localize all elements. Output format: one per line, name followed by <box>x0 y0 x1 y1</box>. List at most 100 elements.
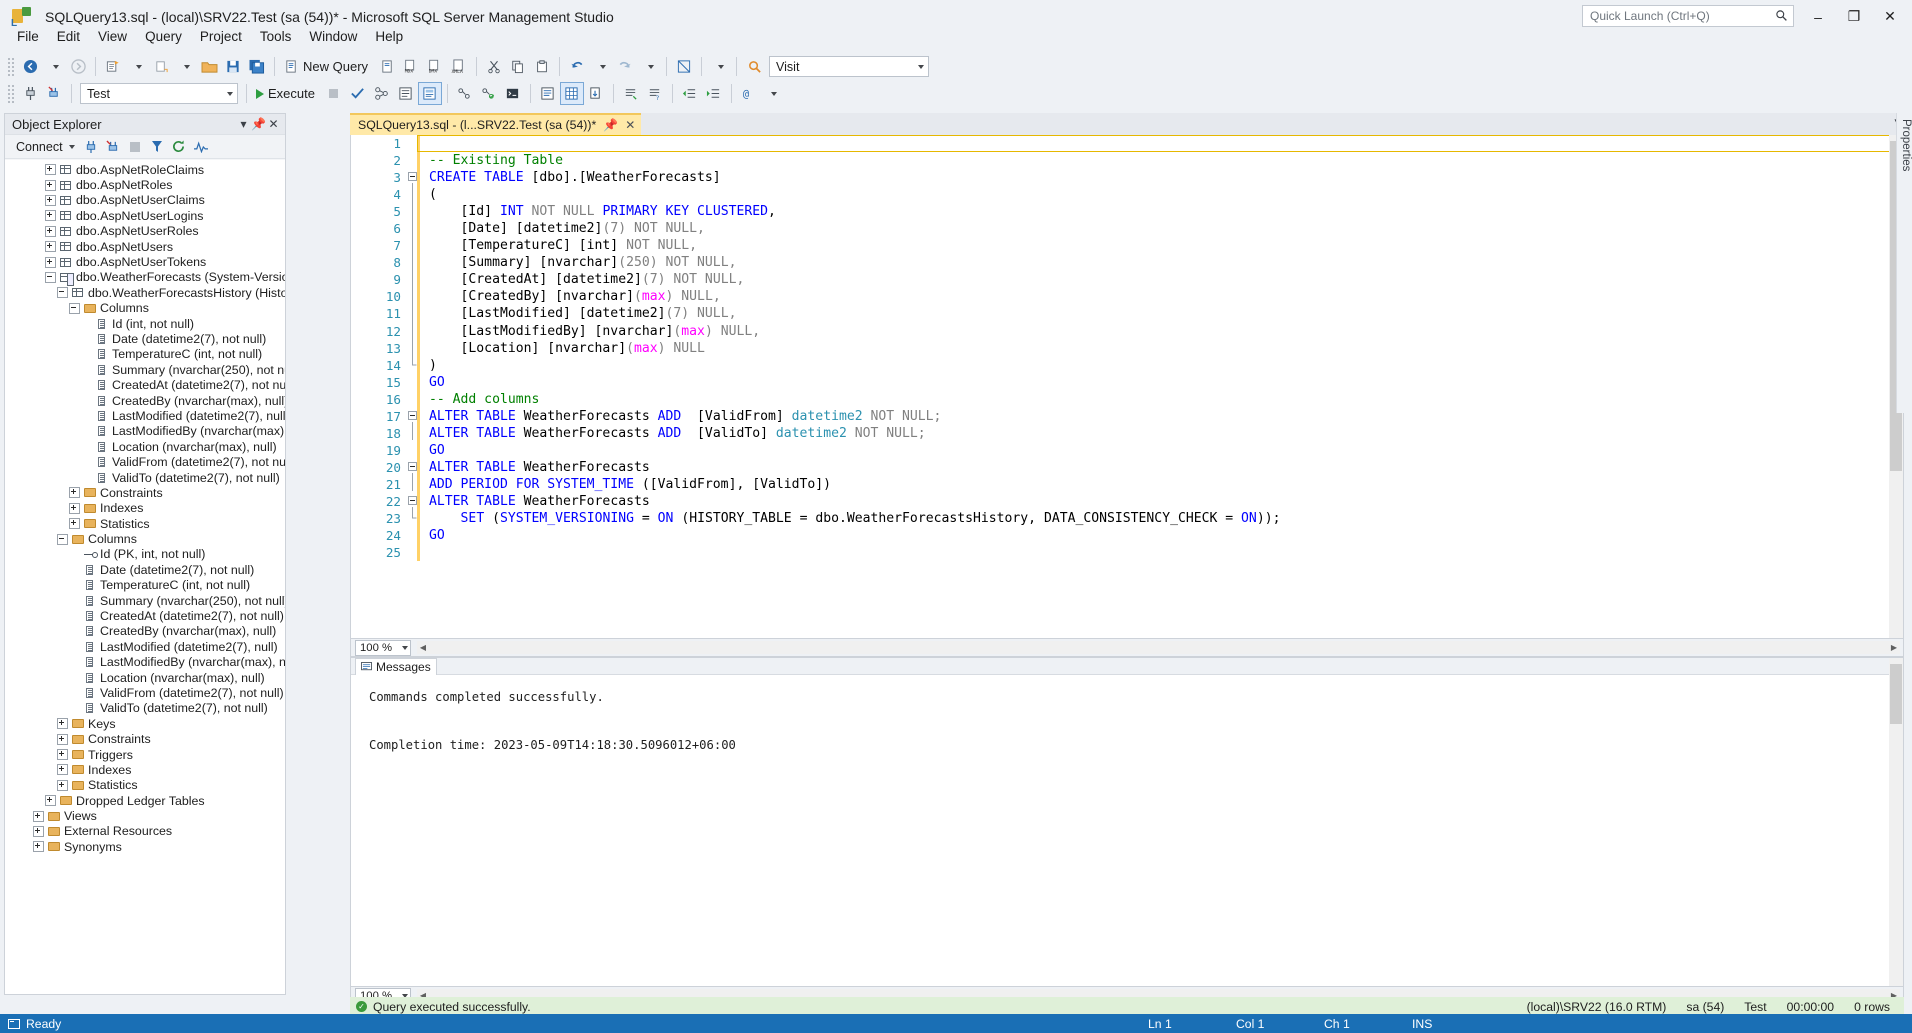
new-query-dmx-icon[interactable]: DMX <box>423 55 447 78</box>
tree-node[interactable]: Columns <box>5 531 285 546</box>
scroll-right-icon[interactable]: ▶ <box>1888 642 1900 653</box>
tree-node[interactable]: dbo.WeatherForecasts (System-Versioned) <box>5 270 285 285</box>
tree-node[interactable]: LastModified (datetime2(7), null) <box>5 408 285 423</box>
code-line[interactable]: 6 [Date] [datetime2](7) NOT NULL, <box>351 220 1903 237</box>
code-line[interactable]: 10 [CreatedBy] [nvarchar](max) NULL, <box>351 288 1903 305</box>
include-client-statistics-icon[interactable] <box>477 82 501 105</box>
disconnect-icon[interactable] <box>42 82 66 105</box>
menu-tools[interactable]: Tools <box>251 26 301 47</box>
code-line[interactable]: 8 [Summary] [nvarchar](250) NOT NULL, <box>351 254 1903 271</box>
expand-icon[interactable] <box>57 780 68 791</box>
expand-icon[interactable] <box>45 257 56 268</box>
tree-node[interactable]: Id (PK, int, not null) <box>5 547 285 562</box>
connect-icon[interactable] <box>18 82 42 105</box>
display-estimated-execution-plan-icon[interactable] <box>370 82 394 105</box>
expand-icon[interactable] <box>45 164 56 175</box>
quick-launch-input[interactable]: Quick Launch (Ctrl+Q) <box>1582 5 1794 27</box>
results-to-file-icon[interactable] <box>584 82 608 105</box>
tree-node[interactable]: ValidTo (datetime2(7), not null) <box>5 470 285 485</box>
menu-view[interactable]: View <box>89 26 136 47</box>
tree-node[interactable]: Columns <box>5 301 285 316</box>
tree-node[interactable]: dbo.AspNetUserTokens <box>5 254 285 269</box>
code-line[interactable]: 21ADD PERIOD FOR SYSTEM_TIME ([ValidFrom… <box>351 476 1903 493</box>
tree-node[interactable]: CreatedBy (nvarchar(max), null) <box>5 393 285 408</box>
toolbar-overflow-icon[interactable] <box>707 55 731 78</box>
tree-node[interactable]: Statistics <box>5 516 285 531</box>
new-query-with-connection-icon[interactable] <box>375 55 399 78</box>
menu-query[interactable]: Query <box>136 26 191 47</box>
tree-node[interactable]: Views <box>5 808 285 823</box>
tree-node[interactable]: Id (int, not null) <box>5 316 285 331</box>
tree-node[interactable]: Constraints <box>5 731 285 746</box>
new-query-mdx-icon[interactable]: MDX <box>399 55 423 78</box>
expand-icon[interactable] <box>57 718 68 729</box>
tree-node[interactable]: dbo.AspNetRoles <box>5 177 285 192</box>
disconnect-object-explorer-icon[interactable] <box>103 138 123 156</box>
code-line[interactable]: 5 [Id] INT NOT NULL PRIMARY KEY CLUSTERE… <box>351 203 1903 220</box>
fold-marker[interactable] <box>407 507 417 530</box>
query-options-icon[interactable] <box>394 82 418 105</box>
new-item-icon[interactable] <box>149 55 173 78</box>
code-line[interactable]: 4( <box>351 186 1903 203</box>
editor-tab-sqlquery13[interactable]: SQLQuery13.sql - (l...SRV22.Test (sa (54… <box>350 113 641 135</box>
new-query-xmla-icon[interactable]: XMLA <box>447 55 471 78</box>
code-line[interactable]: 23 SET (SYSTEM_VERSIONING = ON (HISTORY_… <box>351 510 1903 527</box>
navigate-back-icon[interactable] <box>18 55 42 78</box>
connect-object-explorer-icon[interactable] <box>81 138 101 156</box>
expand-icon[interactable] <box>69 503 80 514</box>
stop-icon[interactable] <box>322 82 346 105</box>
navigate-forward-icon[interactable] <box>66 55 90 78</box>
expand-icon[interactable] <box>45 180 56 191</box>
execute-button[interactable]: Execute <box>252 82 322 105</box>
save-icon[interactable] <box>221 55 245 78</box>
code-line[interactable]: 7 [TemperatureC] [int] NOT NULL, <box>351 237 1903 254</box>
code-line[interactable]: 16-- Add columns <box>351 391 1903 408</box>
new-project-dropdown-icon[interactable] <box>125 55 149 78</box>
tree-node[interactable]: LastModifiedBy (nvarchar(max), null) <box>5 424 285 439</box>
tree-node[interactable]: dbo.AspNetUserClaims <box>5 193 285 208</box>
new-query-button[interactable]: New Query <box>280 55 375 78</box>
refresh-icon[interactable] <box>169 138 189 156</box>
comment-lines-icon[interactable] <box>619 82 643 105</box>
editor-horizontal-scrollbar[interactable]: ◀ ▶ <box>417 641 1900 654</box>
close-icon[interactable]: ✕ <box>266 117 281 131</box>
results-to-text-icon[interactable] <box>536 82 560 105</box>
code-line[interactable]: 25 <box>351 544 1903 561</box>
database-combo[interactable]: Test <box>80 83 238 104</box>
tree-node[interactable]: Summary (nvarchar(250), not null) <box>5 362 285 377</box>
uncomment-lines-icon[interactable]: ? <box>643 82 667 105</box>
tree-node[interactable]: Keys <box>5 716 285 731</box>
redo-dropdown-icon[interactable] <box>637 55 661 78</box>
undo-dropdown-icon[interactable] <box>589 55 613 78</box>
menu-window[interactable]: Window <box>300 26 366 47</box>
new-project-icon[interactable] <box>101 55 125 78</box>
tree-node[interactable]: dbo.AspNetUsers <box>5 239 285 254</box>
cut-icon[interactable] <box>482 55 506 78</box>
results-to-grid-icon[interactable] <box>560 82 584 105</box>
messages-vertical-scrollbar[interactable] <box>1889 658 1903 986</box>
code-line[interactable]: 19GO <box>351 442 1903 459</box>
code-line[interactable]: 11 [LastModified] [datetime2](7) NULL, <box>351 305 1903 322</box>
close-icon[interactable]: ✕ <box>625 118 635 132</box>
undo-icon[interactable] <box>565 55 589 78</box>
expand-icon[interactable] <box>45 241 56 252</box>
expand-icon[interactable] <box>57 764 68 775</box>
expand-icon[interactable] <box>69 518 80 529</box>
filter-icon[interactable] <box>147 138 167 156</box>
fold-marker[interactable] <box>407 354 417 377</box>
tree-node[interactable]: LastModifiedBy (nvarchar(max), null) <box>5 655 285 670</box>
activity-monitor-icon[interactable] <box>191 138 211 156</box>
tree-node[interactable]: External Resources <box>5 824 285 839</box>
tree-node[interactable]: ValidFrom (datetime2(7), not null) <box>5 685 285 700</box>
parse-icon[interactable] <box>346 82 370 105</box>
code-line[interactable]: 12 [LastModifiedBy] [nvarchar](max) NULL… <box>351 323 1903 340</box>
expand-icon[interactable] <box>69 487 80 498</box>
toolbar-grip[interactable] <box>7 84 15 103</box>
increase-indent-icon[interactable] <box>702 82 726 105</box>
expand-icon[interactable] <box>45 210 56 221</box>
tree-node[interactable]: dbo.AspNetUserLogins <box>5 208 285 223</box>
expand-icon[interactable] <box>57 734 68 745</box>
expand-icon[interactable] <box>33 811 44 822</box>
tree-node[interactable]: dbo.AspNetUserRoles <box>5 224 285 239</box>
code-line[interactable]: 3CREATE TABLE [dbo].[WeatherForecasts] <box>351 169 1903 186</box>
